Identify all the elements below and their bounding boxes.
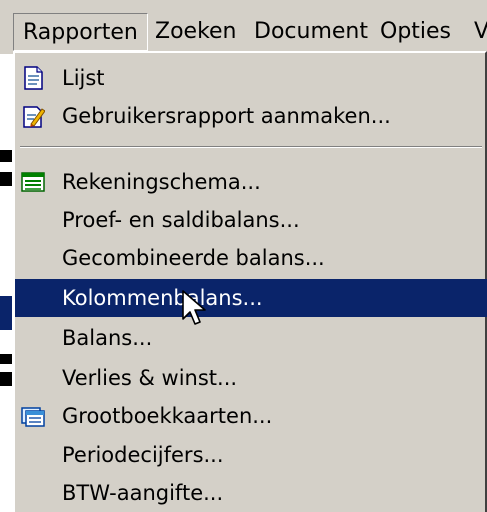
menu-item-label: Periodecijfers... [62,443,224,467]
menu-item-label: Gebruikersrapport aanmaken... [62,104,391,128]
menu-item-label: Gecombineerde balans... [62,246,325,270]
menu-item-periodecijfers[interactable]: Periodecijfers... [15,436,487,474]
background-fragment [0,172,12,186]
menu-item-label: Rekeningschema... [62,170,261,194]
menu-item-balans[interactable]: Balans... [15,319,487,357]
menu-item-label: Verlies & winst... [62,366,238,390]
menu-document[interactable]: Document [245,13,377,51]
menu-item-rekeningschema[interactable]: Rekeningschema... [15,163,487,201]
document-list-icon [24,66,43,90]
menu-item-label: BTW-aangifte... [62,481,224,505]
menu-item-grootboekkaarten[interactable]: Grootboekkaarten... [15,397,487,435]
background-fragment [0,150,12,162]
mouse-cursor-icon [182,290,206,325]
menu-item-proef-saldibalans[interactable]: Proef- en saldibalans... [15,201,487,239]
menu-item-gecombineerde-balans[interactable]: Gecombineerde balans... [15,239,487,277]
menu-item-label: Balans... [62,326,153,350]
ledger-cards-icon [21,407,45,427]
menu-item-label: Proef- en saldibalans... [62,208,300,232]
menu-opties[interactable]: Opties [371,13,460,51]
rapporten-dropdown: Lijst Gebruikersrapport aanmaken... Reke… [13,51,487,512]
menu-item-verlies-winst[interactable]: Verlies & winst... [15,359,487,397]
menu-item-kolommenbalans[interactable]: Kolommenbalans... [15,279,487,317]
menu-v-truncated[interactable]: V [465,13,487,51]
menu-item-btw-aangifte[interactable]: BTW-aangifte... [15,474,487,512]
menu-zoeken[interactable]: Zoeken [146,13,246,51]
menu-bar: Rapporten Zoeken Document Opties V [0,0,487,54]
menu-item-gebruikersrapport[interactable]: Gebruikersrapport aanmaken... [15,97,487,135]
background-fragment [0,354,12,364]
menu-rapporten[interactable]: Rapporten [13,13,148,51]
background-fragment [0,296,12,330]
menu-item-label: Lijst [62,66,105,90]
menu-item-label: Grootboekkaarten... [62,404,273,428]
background-fragment [0,372,12,386]
menu-item-lijst[interactable]: Lijst [15,59,487,97]
edit-report-icon [23,106,45,128]
menu-separator [20,146,482,148]
menu-item-label: Kolommenbalans... [62,286,263,310]
chart-of-accounts-icon [21,172,45,192]
